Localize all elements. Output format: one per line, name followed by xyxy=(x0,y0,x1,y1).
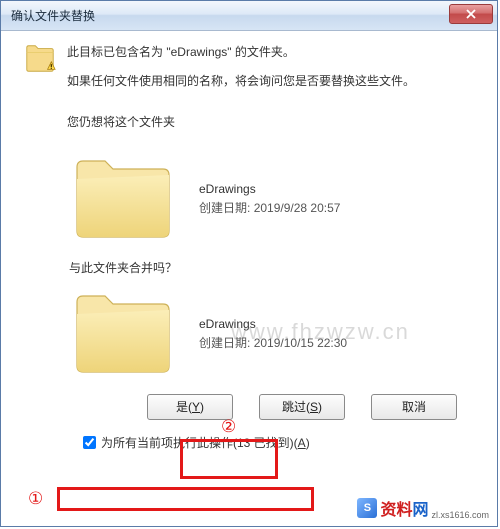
titlebar-text: 确认文件夹替换 xyxy=(7,7,95,24)
apply-all-checkbox[interactable] xyxy=(83,436,96,449)
apply-all-label: 为所有当前项执行此操作(13 已找到)(A) xyxy=(101,434,310,451)
titlebar[interactable]: 确认文件夹替换 xyxy=(1,1,497,31)
folder-icon xyxy=(69,290,177,378)
source-folder-date: 创建日期: 2019/9/28 20:57 xyxy=(199,199,340,216)
yes-button[interactable]: 是(Y) xyxy=(147,394,233,420)
dest-folder-name: eDrawings xyxy=(199,317,347,331)
dialog-content: 此目标已包含名为 "eDrawings" 的文件夹。 如果任何文件使用相同的名称… xyxy=(1,31,497,461)
skip-button[interactable]: 跳过(S) xyxy=(259,394,345,420)
dest-folder-item[interactable]: eDrawings 创建日期: 2019/10/15 22:30 xyxy=(69,288,475,380)
source-folder-name: eDrawings xyxy=(199,182,340,196)
close-button[interactable] xyxy=(449,4,493,24)
button-row: 是(Y) 跳过(S) 取消 xyxy=(23,394,457,420)
watermark-brand: S 资料 网 zl.xs1616.com xyxy=(355,495,491,521)
folder-warning-icon xyxy=(23,41,57,75)
brand-logo-icon: S xyxy=(357,498,377,518)
confirm-folder-replace-dialog: 确认文件夹替换 此目标已包含名为 "eDrawings" 的文件夹。 xyxy=(0,0,498,527)
merge-prompt: 与此文件夹合并吗？ xyxy=(69,259,475,276)
annotation-num-1: ① xyxy=(28,489,43,509)
apply-all-checkbox-row[interactable]: 为所有当前项执行此操作(13 已找到)(A) xyxy=(79,432,314,453)
annotation-box-checkbox xyxy=(57,487,314,511)
source-folder-item[interactable]: eDrawings 创建日期: 2019/9/28 20:57 xyxy=(69,153,475,245)
message-line-3: 您仍想将这个文件夹 xyxy=(67,113,415,132)
close-icon xyxy=(465,9,477,19)
message-line-1: 此目标已包含名为 "eDrawings" 的文件夹。 xyxy=(67,43,415,62)
dest-folder-date: 创建日期: 2019/10/15 22:30 xyxy=(199,334,347,351)
cancel-button[interactable]: 取消 xyxy=(371,394,457,420)
message-line-2: 如果任何文件使用相同的名称，将会询问您是否要替换这些文件。 xyxy=(67,72,415,91)
folder-icon xyxy=(69,155,177,243)
